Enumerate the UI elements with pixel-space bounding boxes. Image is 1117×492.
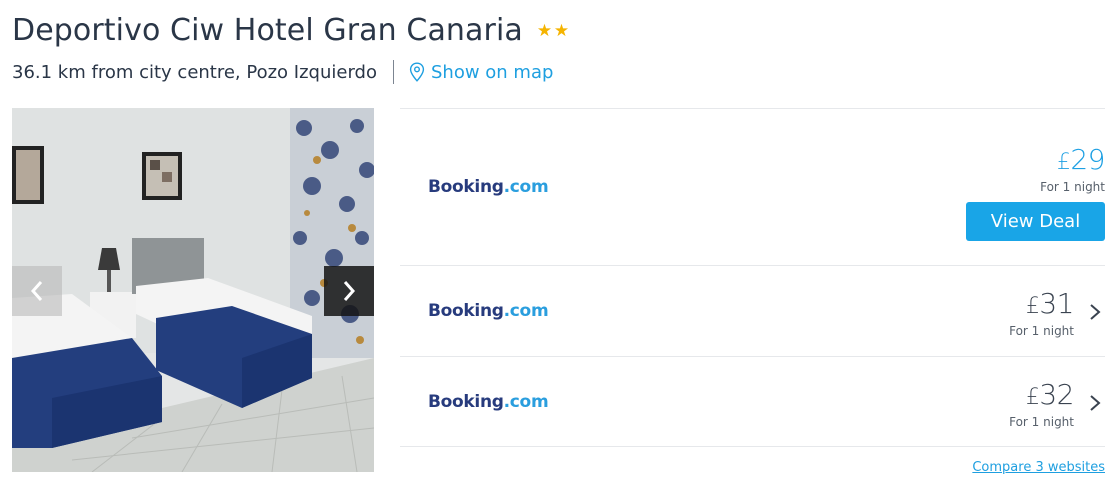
- provider-logo: Booking.com: [428, 392, 549, 412]
- gallery-next-button[interactable]: [324, 266, 374, 316]
- per-night-label: For 1 night: [1009, 324, 1074, 338]
- hotel-photo-gallery[interactable]: [12, 108, 374, 472]
- chevron-right-icon[interactable]: [1088, 393, 1102, 413]
- hotel-location-row: 36.1 km from city centre, Pozo Izquierdo…: [12, 58, 553, 86]
- hotel-distance: 36.1 km from city centre, Pozo Izquierdo: [12, 61, 377, 83]
- deal-row[interactable]: Booking.com £31 For 1 night: [400, 265, 1105, 356]
- star-icon: ★: [536, 21, 553, 41]
- compare-websites-link[interactable]: Compare 3 websites: [972, 460, 1105, 475]
- provider-logo: Booking.com: [428, 301, 549, 321]
- view-deal-button[interactable]: View Deal: [966, 202, 1105, 241]
- chevron-right-icon: [343, 281, 356, 301]
- star-icon: ★: [553, 21, 570, 41]
- divider: [392, 60, 394, 84]
- show-on-map-link[interactable]: Show on map: [409, 62, 553, 83]
- deal-row[interactable]: Booking.com £32 For 1 night: [400, 356, 1105, 447]
- hotel-name: Deportivo Ciw Hotel Gran Canaria: [12, 12, 523, 48]
- deal-price: £32: [1025, 378, 1075, 411]
- deal-price: £29: [1056, 143, 1106, 176]
- location-pin-icon: [409, 62, 425, 82]
- hotel-header: Deportivo Ciw Hotel Gran Canaria ★ ★: [12, 10, 571, 50]
- provider-logo: Booking.com: [428, 177, 549, 197]
- deals-list: Booking.com £29 For 1 night View Deal Bo…: [400, 108, 1105, 447]
- price-block: £31 For 1 night: [1009, 287, 1075, 339]
- per-night-label: For 1 night: [1009, 415, 1074, 429]
- chevron-left-icon: [30, 281, 43, 301]
- hotel-room-photo: [12, 108, 374, 472]
- star-rating: ★ ★: [536, 21, 571, 41]
- per-night-label: For 1 night: [1040, 180, 1105, 194]
- price-block: £32 For 1 night: [1009, 378, 1075, 430]
- price-block: £29 For 1 night: [1040, 143, 1106, 195]
- chevron-right-icon[interactable]: [1088, 302, 1102, 322]
- deal-row[interactable]: Booking.com £29 For 1 night View Deal: [400, 108, 1105, 265]
- gallery-prev-button[interactable]: [12, 266, 62, 316]
- show-on-map-label: Show on map: [430, 61, 554, 83]
- deal-price: £31: [1025, 287, 1075, 320]
